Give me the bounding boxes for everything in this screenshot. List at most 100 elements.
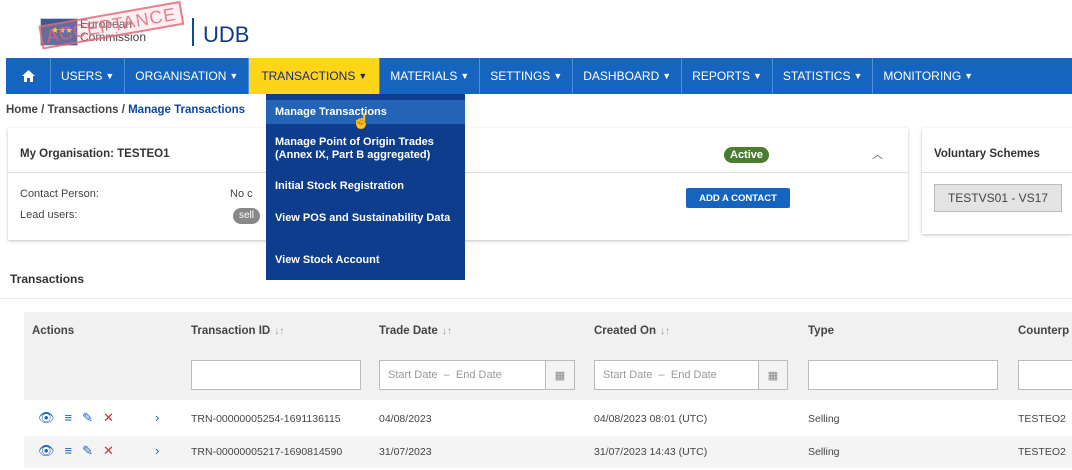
sort-icon[interactable]: ↓↑ [660,326,670,337]
divider [922,172,1072,173]
menu-item-initial-stock-registration[interactable]: Initial Stock Registration [266,180,465,193]
caret-down-icon: ▼ [229,71,239,81]
nav-label: USERS [61,69,103,83]
end-date-placeholder: End Date [670,369,717,381]
table-row: 👁 ≡ ✎ ✕ › TRN-00000005217-1690814590 31/… [24,436,1072,468]
nav-label: STATISTICS [782,69,851,83]
acceptance-stamp-text: ACCEPTANCE [38,0,185,50]
row-actions: 👁 ≡ ✎ ✕ [38,410,114,426]
menu-item-view-pos-sustainability[interactable]: View POS and Sustainability Data [266,212,465,225]
eye-icon[interactable]: 👁 [38,443,55,459]
col-label: Created On [594,325,656,337]
col-transaction-id[interactable]: Transaction ID ↓↑ [191,325,284,337]
trade-date-cell: 31/07/2023 [379,446,432,458]
list-icon[interactable]: ≡ [65,410,73,426]
chevron-right-icon[interactable]: › [155,443,159,458]
trade-date-filter[interactable]: Start Date – End Date ▦ [379,360,575,390]
caret-down-icon: ▼ [964,71,974,81]
x-icon[interactable]: ✕ [103,443,114,459]
organisation-title: My Organisation: TESTEO1 [20,148,170,160]
pencil-icon[interactable]: ✎ [82,443,93,459]
counterparty-cell: TESTEO2 [1018,413,1066,425]
caret-down-icon: ▼ [853,71,863,81]
nav-monitoring[interactable]: MONITORING ▼ [873,58,983,94]
nav-settings[interactable]: SETTINGS ▼ [480,58,574,94]
calendar-icon[interactable]: ▦ [545,361,574,389]
nav-transactions[interactable]: TRANSACTIONS ▼ [249,58,381,94]
contact-person-value: No c [230,188,253,200]
table-row: 👁 ≡ ✎ ✕ › TRN-00000005254-1691136115 04/… [24,403,1072,435]
calendar-icon[interactable]: ▦ [758,361,787,389]
acceptance-stamp: ACCEPTANCE [38,0,221,57]
transaction-id-filter[interactable] [191,360,361,390]
caret-down-icon: ▼ [662,71,672,81]
sort-icon[interactable]: ↓↑ [274,326,284,337]
main-nav: USERS ▼ ORGANISATION ▼ TRANSACTIONS ▼ MATER… [6,58,1072,94]
caret-down-icon: ▼ [105,71,115,81]
breadcrumb-home[interactable]: Home [6,104,38,116]
voluntary-scheme-chip[interactable]: TESTVS01 - VS17 [934,184,1062,212]
col-actions: Actions [32,325,75,337]
chevron-up-icon[interactable]: ︿ [872,146,883,162]
breadcrumb-separator: / [118,104,129,116]
chevron-right-icon[interactable]: › [155,410,159,425]
breadcrumb-current: Manage Transactions [128,104,246,116]
caret-down-icon: ▼ [752,71,762,81]
breadcrumb: Home / Transactions / Manage Transaction… [6,104,245,116]
transactions-title: Transactions [10,272,85,286]
transaction-id-cell[interactable]: TRN-00000005217-1690814590 [191,446,342,458]
add-contact-button[interactable]: ADD A CONTACT [686,188,790,208]
home-icon [21,70,35,82]
trade-date-cell: 04/08/2023 [379,413,432,425]
divider [0,298,1072,299]
lead-user-chip[interactable]: sell [233,208,261,224]
start-date-placeholder: Start Date [603,369,653,381]
lead-users-label: Lead users: [20,209,78,221]
caret-down-icon: ▼ [460,71,470,81]
nav-label: MONITORING [883,69,962,83]
nav-label: DASHBOARD [583,69,660,83]
pencil-icon[interactable]: ✎ [82,410,93,426]
col-trade-date[interactable]: Trade Date ↓↑ [379,325,452,337]
start-date-placeholder: Start Date [388,369,438,381]
col-label: Trade Date [379,325,438,337]
created-on-filter[interactable]: Start Date – End Date ▦ [594,360,788,390]
nav-statistics[interactable]: STATISTICS ▼ [773,58,874,94]
nav-label: MATERIALS [390,69,458,83]
x-icon[interactable]: ✕ [103,410,114,426]
app-header: ★★★ European Commission UDB ACCEPTANCE [0,0,1072,55]
transaction-id-cell[interactable]: TRN-00000005254-1691136115 [191,413,341,425]
list-icon[interactable]: ≡ [65,443,73,459]
caret-down-icon: ▼ [553,71,563,81]
voluntary-schemes-title: Voluntary Schemes [934,148,1040,160]
type-filter[interactable] [808,360,998,390]
sort-icon[interactable]: ↓↑ [442,326,452,337]
table-header: Actions Transaction ID ↓↑ Trade Date ↓↑ Cr… [24,312,1072,350]
nav-label: SETTINGS [490,69,551,83]
counterparty-cell: TESTEO2 [1018,446,1066,458]
nav-dashboard[interactable]: DASHBOARD ▼ [573,58,683,94]
hand-cursor-icon: ☝ [352,113,371,130]
breadcrumb-transactions[interactable]: Transactions [48,104,119,116]
status-badge: Active [724,147,770,163]
filter-row: Start Date – End Date ▦ Start Date – End… [24,350,1072,400]
home-nav-button[interactable] [6,58,51,94]
eye-icon[interactable]: 👁 [38,410,55,426]
col-type: Type [808,325,834,337]
nav-materials[interactable]: MATERIALS ▼ [380,58,481,94]
created-on-cell: 04/08/2023 08:01 (UTC) [594,413,708,425]
date-dash: – [443,369,450,381]
end-date-placeholder: End Date [455,369,502,381]
counterparty-filter[interactable] [1018,360,1072,390]
col-created-on[interactable]: Created On ↓↑ [594,325,670,337]
menu-item-view-stock-account[interactable]: View Stock Account [266,254,465,267]
type-cell: Selling [808,413,840,425]
menu-item-manage-point-of-origin-trades[interactable]: Manage Point of Origin Trades (Annex IX,… [266,136,465,162]
col-label: Transaction ID [191,325,271,337]
voluntary-schemes-card: Voluntary Schemes TESTVS01 - VS17 [922,128,1072,234]
nav-reports[interactable]: REPORTS ▼ [682,58,773,94]
type-cell: Selling [808,446,840,458]
nav-label: TRANSACTIONS [261,69,356,83]
nav-organisation[interactable]: ORGANISATION ▼ [125,58,250,94]
nav-users[interactable]: USERS ▼ [51,58,126,94]
